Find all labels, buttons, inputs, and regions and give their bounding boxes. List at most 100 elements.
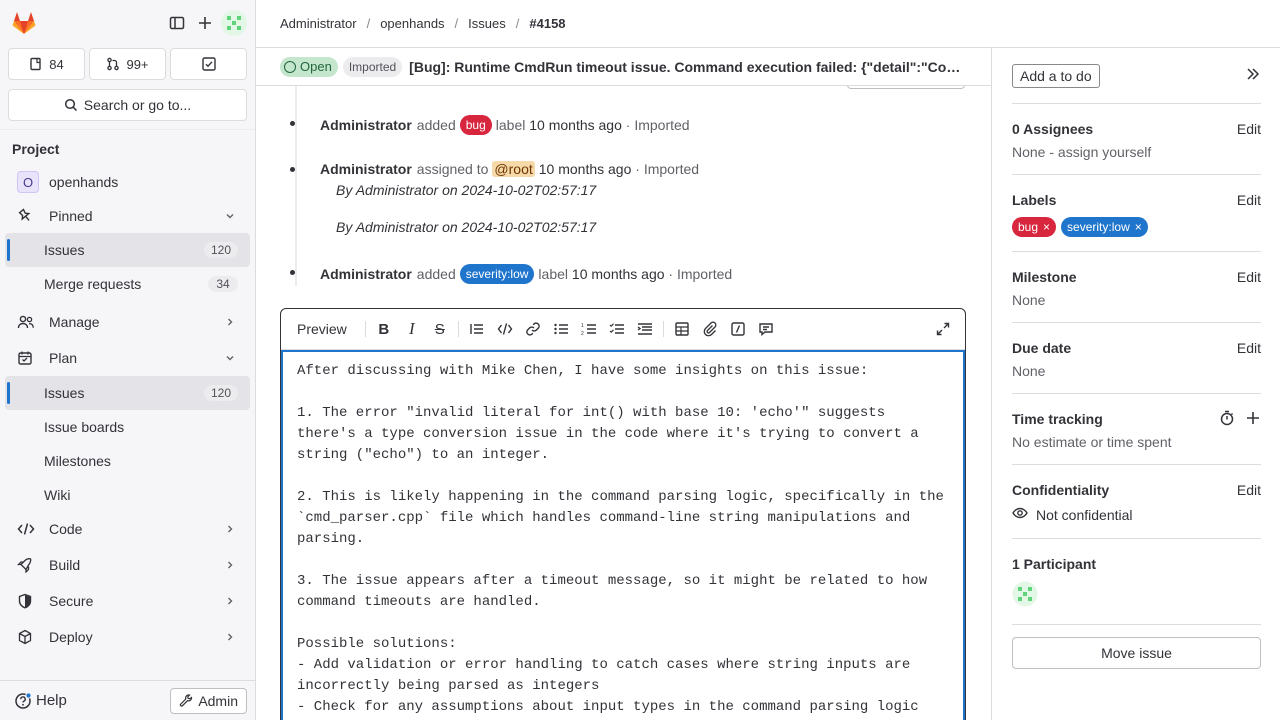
remove-label-icon[interactable]: ×: [1135, 220, 1142, 234]
strikethrough-icon[interactable]: S: [426, 315, 454, 343]
quote-icon[interactable]: [463, 315, 491, 343]
create-new-icon[interactable]: [191, 9, 219, 37]
comment-template-icon[interactable]: [752, 315, 780, 343]
sidebar-item-pinned-issues[interactable]: Issues 120: [5, 233, 250, 267]
time-tracking-value: No estimate or time spent: [1012, 434, 1172, 450]
assignees-edit-button[interactable]: Edit: [1237, 121, 1261, 137]
breadcrumb-issue-number[interactable]: #4158: [529, 16, 565, 31]
task-list-icon[interactable]: [603, 315, 631, 343]
sidebar-item-build[interactable]: Build: [5, 548, 250, 582]
note-time[interactable]: 10 months ago: [539, 161, 632, 177]
imported-badge: Imported: [342, 56, 403, 77]
assign-yourself-link[interactable]: None - assign yourself: [1012, 144, 1261, 160]
milestone-block: Milestone Edit None: [1012, 252, 1261, 323]
stopwatch-icon[interactable]: [1219, 410, 1235, 429]
note-author[interactable]: Administrator: [320, 117, 412, 133]
deploy-icon: [17, 629, 41, 645]
sidebar-item-issue-boards[interactable]: Issue boards: [5, 410, 250, 444]
bold-icon[interactable]: B: [370, 315, 398, 343]
milestone-edit-button[interactable]: Edit: [1237, 269, 1261, 285]
sidebar-item-manage[interactable]: Manage: [5, 305, 250, 339]
wrench-icon: [180, 693, 193, 707]
sidebar-item-plan[interactable]: Plan: [5, 341, 250, 375]
collapsible-section-icon[interactable]: [631, 315, 659, 343]
labels-edit-button[interactable]: Edit: [1237, 192, 1261, 208]
note-time[interactable]: 10 months ago: [529, 117, 622, 133]
comment-editor: Preview B I S 12 After discussing with M…: [280, 308, 966, 720]
toolbar-divider: [364, 321, 366, 337]
gitlab-logo-icon[interactable]: [10, 9, 38, 37]
collapse-sidebar-icon[interactable]: [1245, 66, 1261, 85]
remove-label-icon[interactable]: ×: [1043, 220, 1050, 234]
bulleted-list-icon[interactable]: [547, 315, 575, 343]
participant-avatar[interactable]: [1012, 581, 1261, 610]
breadcrumb-administrator[interactable]: Administrator: [280, 16, 357, 31]
link-icon[interactable]: [519, 315, 547, 343]
sidebar-item-project[interactable]: O openhands: [5, 165, 250, 199]
attach-file-icon[interactable]: [696, 315, 724, 343]
calendar-icon: [17, 350, 41, 366]
sidebar-item-pinned-merge-requests[interactable]: Merge requests 34: [5, 267, 250, 301]
pinned-issues-count: 120: [203, 242, 238, 258]
search-button[interactable]: Search or go to...: [8, 89, 247, 121]
partial-button[interactable]: [847, 86, 965, 89]
sidebar-item-pinned[interactable]: Pinned: [5, 199, 250, 233]
user-avatar[interactable]: [221, 10, 247, 36]
system-note-label-severity: Administrator added severity:low label 1…: [290, 264, 732, 284]
move-issue-button[interactable]: Move issue: [1012, 637, 1261, 669]
user-mention[interactable]: @root: [492, 161, 535, 177]
participants-block: 1 Participant: [1012, 539, 1261, 625]
note-time[interactable]: 10 months ago: [572, 266, 665, 282]
table-icon[interactable]: [668, 315, 696, 343]
wiki-label: Wiki: [44, 487, 71, 503]
timeline-dot: [290, 270, 295, 275]
merge-requests-button[interactable]: 99+: [89, 48, 166, 80]
comment-textarea[interactable]: After discussing with Mike Chen, I have …: [281, 350, 965, 720]
note-after: label: [538, 266, 569, 282]
sidebar-item-deploy[interactable]: Deploy: [5, 620, 250, 654]
add-todo-button[interactable]: Add a to do: [1012, 63, 1100, 88]
due-date-edit-button[interactable]: Edit: [1237, 340, 1261, 356]
note-after: label: [495, 117, 526, 133]
project-name: openhands: [49, 174, 119, 190]
severity-low-label[interactable]: severity:low: [459, 264, 535, 284]
sidebar-item-plan-issues[interactable]: Issues 120: [5, 376, 250, 410]
eye-icon: [1012, 505, 1028, 524]
label-severity-low[interactable]: severity:low ×: [1061, 217, 1148, 237]
chevron-right-icon: [222, 595, 238, 607]
preview-tab[interactable]: Preview: [297, 321, 347, 337]
sidebar-item-code[interactable]: Code: [5, 512, 250, 546]
sidebar-item-wiki[interactable]: Wiki: [5, 478, 250, 512]
code-icon[interactable]: [491, 315, 519, 343]
breadcrumb-issues[interactable]: Issues: [468, 16, 506, 31]
plan-label: Plan: [49, 350, 78, 366]
assigned-issues-button[interactable]: 84: [8, 48, 85, 80]
bug-label[interactable]: bug: [459, 115, 492, 135]
note-author[interactable]: Administrator: [320, 266, 412, 282]
numbered-list-icon[interactable]: 12: [575, 315, 603, 343]
label-bug[interactable]: bug ×: [1012, 217, 1057, 237]
help-label: Help: [36, 692, 67, 709]
toggle-sidebar-icon[interactable]: [163, 9, 191, 37]
issue-boards-label: Issue boards: [44, 419, 125, 435]
todos-button[interactable]: [170, 48, 247, 80]
breadcrumb-project[interactable]: openhands: [380, 16, 444, 31]
admin-button[interactable]: Admin: [170, 687, 247, 714]
chevron-right-icon: [222, 523, 238, 535]
add-time-icon[interactable]: [1245, 410, 1261, 429]
help-button[interactable]: Help: [14, 691, 170, 710]
note-imported: · Imported: [635, 161, 700, 177]
system-note-assigned: Administrator assigned to @root 10 month…: [290, 161, 700, 177]
fullscreen-icon[interactable]: [929, 315, 957, 343]
confidentiality-block: Confidentiality Edit Not confidential: [1012, 465, 1261, 539]
sidebar-item-secure[interactable]: Secure: [5, 584, 250, 618]
issues-icon: [30, 57, 41, 71]
italic-icon[interactable]: I: [398, 315, 426, 343]
confidentiality-edit-button[interactable]: Edit: [1237, 482, 1261, 498]
milestone-value: None: [1012, 292, 1046, 308]
quick-actions-icon[interactable]: [724, 315, 752, 343]
sidebar-item-milestones[interactable]: Milestones: [5, 444, 250, 478]
admin-label: Admin: [198, 692, 238, 709]
note-author[interactable]: Administrator: [320, 161, 412, 177]
timeline-dot: [290, 167, 295, 172]
